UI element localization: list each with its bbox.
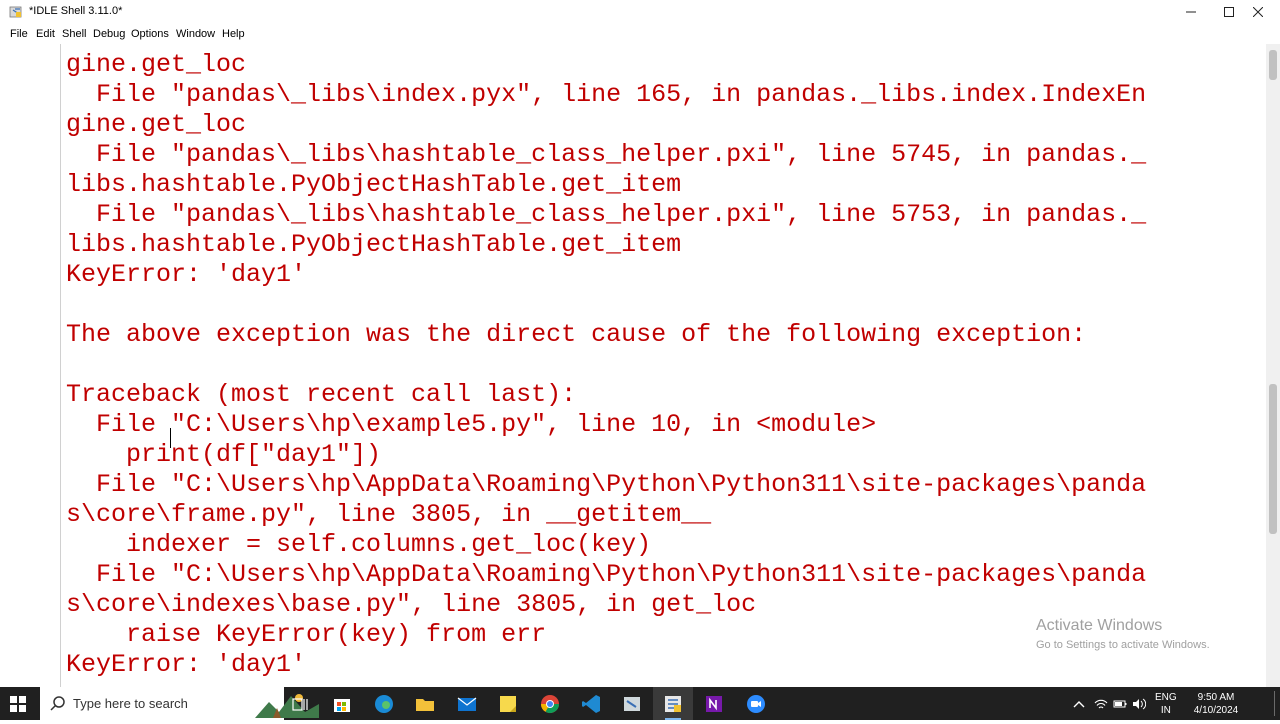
maximize-icon [1224,7,1234,17]
menu-file[interactable]: File [10,28,28,40]
minimize-icon [1186,11,1196,13]
menu-help[interactable]: Help [222,28,245,40]
menu-debug[interactable]: Debug [93,28,125,40]
scrollbar-thumb-top[interactable] [1269,50,1277,80]
shell-line: indexer = self.columns.get_loc(key) [66,530,652,559]
shell-line: s\core\frame.py", line 3805, in __getite… [66,500,712,529]
mail-icon[interactable] [456,693,478,715]
menu-shell[interactable]: Shell [62,28,86,40]
shell-line: gine.get_loc [66,110,247,139]
watermark-subtitle: Go to Settings to activate Windows. [1036,639,1210,651]
window-title: *IDLE Shell 3.11.0* [29,5,123,17]
shell-line: The above exception was the direct cause… [66,320,1087,349]
language-indicator[interactable]: ENG IN [1155,691,1177,724]
store-icon[interactable] [331,693,353,715]
sticky-notes-icon[interactable] [497,693,519,715]
text-cursor [170,428,171,448]
shell-text-area[interactable]: gine.get_loc File "pandas\_libs\index.py… [0,44,1280,687]
line-number-divider [60,44,61,687]
network-icon[interactable] [1094,697,1108,711]
taskbar-search-box[interactable]: Type here to search [40,687,319,720]
keyboard-region: IN [1160,705,1171,716]
chevron-up-icon[interactable] [1072,697,1086,711]
shell-line: File "pandas\_libs\hashtable_class_helpe… [66,200,1147,229]
menu-options[interactable]: Options [131,28,169,40]
watermark-title: Activate Windows [1036,617,1163,634]
edge-icon[interactable] [373,693,395,715]
show-desktop-button[interactable] [1274,691,1275,716]
file-explorer-icon[interactable] [414,693,436,715]
shell-output: gine.get_loc File "pandas\_libs\index.py… [66,50,1266,680]
idle-app-icon[interactable] [9,5,23,19]
clock[interactable]: 9:50 AM 4/10/2024 [1186,691,1246,724]
chrome-icon[interactable] [539,693,561,715]
search-placeholder: Type here to search [73,696,188,711]
shell-line: KeyError: 'day1' [66,260,307,289]
menu-window[interactable]: Window [176,28,215,40]
clock-time: 9:50 AM [1197,692,1235,703]
shell-line: File "pandas\_libs\hashtable_class_helpe… [66,140,1147,169]
menu-bar: File Edit Shell Debug Options Window Hel… [0,24,1280,44]
clock-date: 4/10/2024 [1193,705,1239,716]
onenote-icon[interactable] [703,693,725,715]
taskbar: Type here to search ENG IN 9:50 AM 4/10/… [0,687,1280,720]
shell-line: File "C:\Users\hp\AppData\Roaming\Python… [66,560,1147,589]
menu-edit[interactable]: Edit [36,28,55,40]
shell-line: File "pandas\_libs\index.pyx", line 165,… [66,80,1147,109]
python-idle-icon[interactable] [621,693,643,715]
scrollbar-thumb[interactable] [1269,384,1277,534]
shell-line: libs.hashtable.PyObjectHashTable.get_ite… [66,230,682,259]
shell-line: gine.get_loc [66,50,247,79]
shell-line: File "C:\Users\hp\example5.py", line 10,… [66,410,877,439]
volume-icon[interactable] [1132,697,1146,711]
battery-icon[interactable] [1113,697,1127,711]
search-icon [50,696,65,711]
idle-shell-icon[interactable] [662,693,684,715]
shell-line: Traceback (most recent call last): [66,380,577,409]
shell-line: KeyError: 'day1' [66,650,307,679]
shell-line: print(df["day1"]) [66,440,382,469]
windows-start-icon[interactable] [10,696,26,712]
activate-windows-watermark: Activate Windows Go to Settings to activ… [1036,617,1210,651]
close-icon [1253,7,1263,17]
vertical-scrollbar[interactable] [1266,44,1280,687]
shell-line: s\core\indexes\base.py", line 3805, in g… [66,590,757,619]
zoom-icon[interactable] [745,693,767,715]
shell-line: libs.hashtable.PyObjectHashTable.get_ite… [66,170,682,199]
close-button[interactable] [1236,0,1280,24]
language-code: ENG [1155,692,1177,703]
shell-line: File "C:\Users\hp\AppData\Roaming\Python… [66,470,1147,499]
task-view-icon[interactable] [289,693,311,715]
title-bar: *IDLE Shell 3.11.0* [0,0,1280,24]
vscode-icon[interactable] [580,693,602,715]
